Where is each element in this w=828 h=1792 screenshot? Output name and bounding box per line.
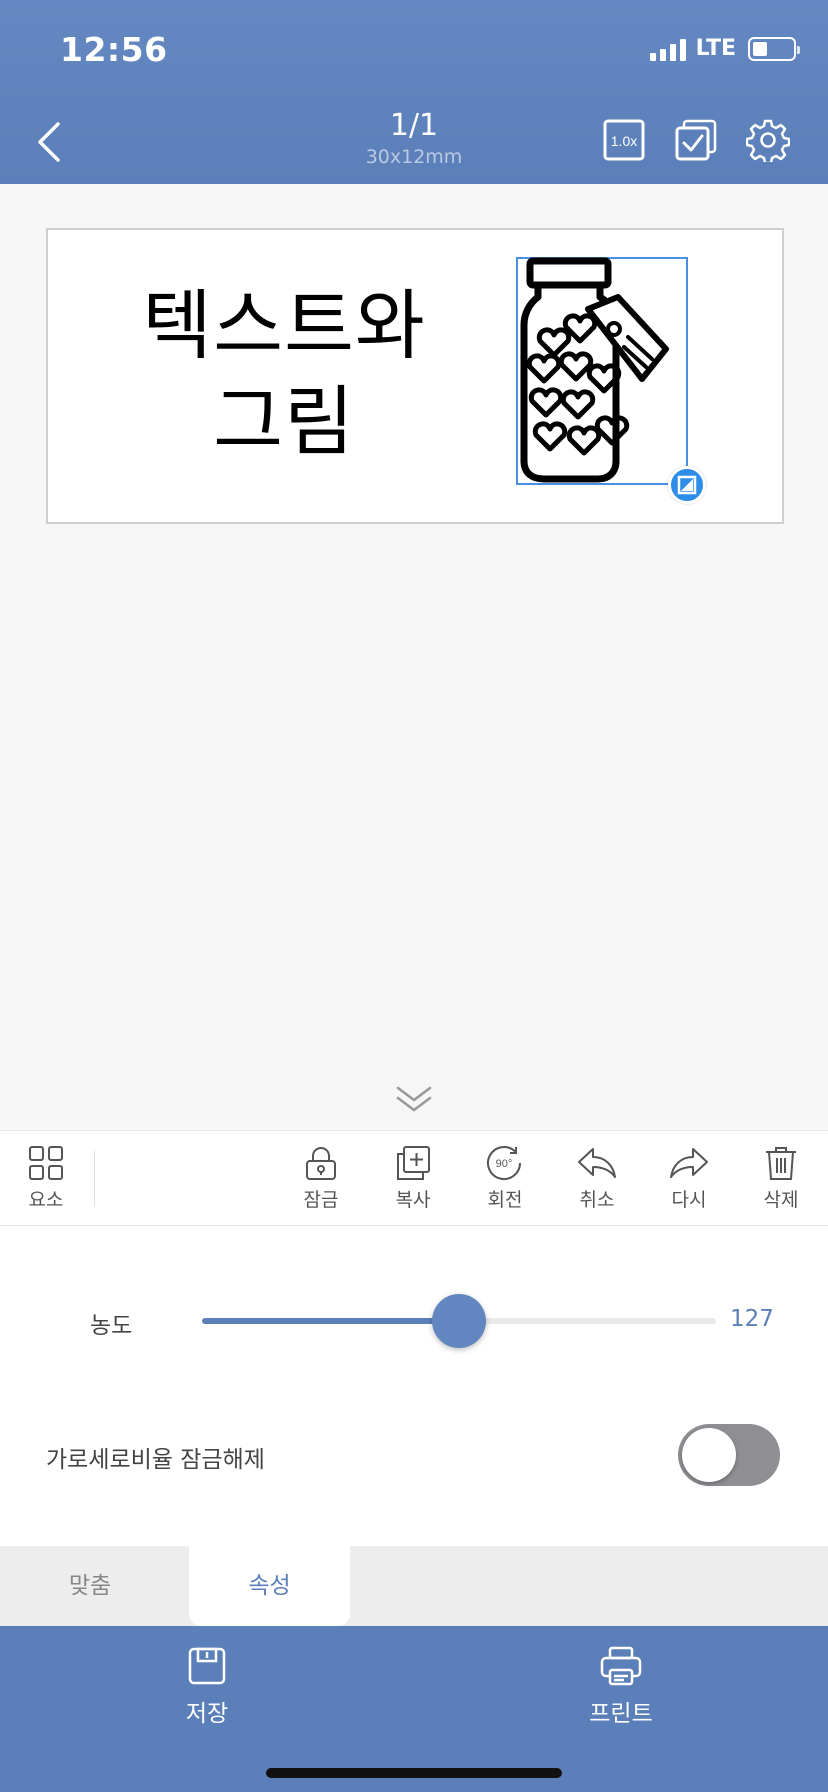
elements-button[interactable]: 요소 xyxy=(6,1145,86,1212)
lock-label: 잠금 xyxy=(303,1189,339,1211)
grid-icon xyxy=(29,1146,63,1180)
tab-fit[interactable]: 맞춤 xyxy=(0,1546,180,1626)
jar-of-hearts-icon xyxy=(520,257,669,483)
save-label: 저장 xyxy=(185,1701,229,1727)
resize-arrow-icon xyxy=(677,475,697,495)
undo-icon xyxy=(578,1148,616,1178)
copy-label: 복사 xyxy=(395,1189,431,1211)
redo-button[interactable]: 다시 xyxy=(649,1145,729,1212)
zoom-icon[interactable]: 1.0x xyxy=(602,118,646,162)
lock-icon xyxy=(306,1147,336,1180)
toggle-knob xyxy=(682,1428,736,1482)
status-indicators: LTE xyxy=(649,36,800,61)
copy-icon xyxy=(397,1146,430,1180)
trash-icon xyxy=(766,1147,796,1180)
multi-select-icon[interactable] xyxy=(674,118,718,162)
resize-handle[interactable] xyxy=(668,466,706,504)
home-indicator xyxy=(266,1768,562,1778)
label-preview[interactable]: 텍스트와 그림 xyxy=(46,228,784,524)
edit-toolbar: 요소 잠금 복사 90° 회전 취소 다시 삭제 xyxy=(0,1130,828,1226)
toolbar-divider xyxy=(94,1151,95,1207)
aspect-ratio-lock-label: 가로세로비율 잠금해제 xyxy=(46,1447,265,1473)
density-slider-thumb[interactable] xyxy=(432,1294,486,1348)
app-header: 12:56 LTE 1/1 30x12mm 1.0x xyxy=(0,0,828,184)
image-selection-box[interactable] xyxy=(516,257,688,485)
redo-label: 다시 xyxy=(671,1189,707,1211)
print-button[interactable]: 프린트 xyxy=(541,1646,701,1728)
collapse-chevron-icon[interactable] xyxy=(394,1082,434,1116)
rotate-label: 회전 xyxy=(487,1189,523,1211)
save-floppy-icon xyxy=(188,1647,226,1685)
delete-button[interactable]: 삭제 xyxy=(741,1145,821,1212)
bottom-action-bar: 저장 프린트 xyxy=(0,1626,828,1792)
properties-panel: 농도 127 가로세로비율 잠금해제 xyxy=(0,1226,828,1546)
signal-bars-icon xyxy=(649,37,686,61)
density-value: 127 xyxy=(730,1306,774,1332)
label-size: 30x12mm xyxy=(365,146,463,168)
status-time: 12:56 xyxy=(60,30,168,69)
editor-canvas[interactable]: 텍스트와 그림 xyxy=(0,184,828,1130)
printer-icon xyxy=(600,1646,642,1686)
density-slider-fill xyxy=(202,1318,459,1324)
aspect-ratio-toggle[interactable] xyxy=(678,1424,780,1486)
undo-label: 취소 xyxy=(579,1189,615,1211)
lock-button[interactable]: 잠금 xyxy=(281,1145,361,1212)
delete-label: 삭제 xyxy=(763,1189,799,1211)
rotate-90-icon: 90° xyxy=(487,1146,521,1180)
page-title: 1/1 xyxy=(389,108,439,143)
battery-low-icon xyxy=(748,36,800,61)
rotate-badge: 90° xyxy=(496,1158,513,1170)
back-chevron-icon[interactable] xyxy=(30,118,70,166)
zoom-level: 1.0x xyxy=(611,133,637,149)
label-text-element[interactable]: 텍스트와 그림 xyxy=(134,278,434,470)
network-type: LTE xyxy=(695,36,736,61)
page-title-group: 1/1 30x12mm xyxy=(314,108,514,170)
undo-button[interactable]: 취소 xyxy=(557,1145,637,1212)
tab-properties[interactable]: 속성 xyxy=(189,1546,350,1626)
panel-tabs: 맞춤 속성 xyxy=(0,1546,828,1626)
elements-label: 요소 xyxy=(28,1189,64,1211)
copy-button[interactable]: 복사 xyxy=(373,1145,453,1212)
redo-icon xyxy=(670,1148,708,1178)
save-button[interactable]: 저장 xyxy=(127,1646,287,1728)
density-label: 농도 xyxy=(90,1313,133,1339)
print-label: 프린트 xyxy=(589,1701,653,1727)
settings-gear-icon[interactable] xyxy=(746,118,790,162)
rotate-button[interactable]: 90° 회전 xyxy=(465,1145,545,1212)
